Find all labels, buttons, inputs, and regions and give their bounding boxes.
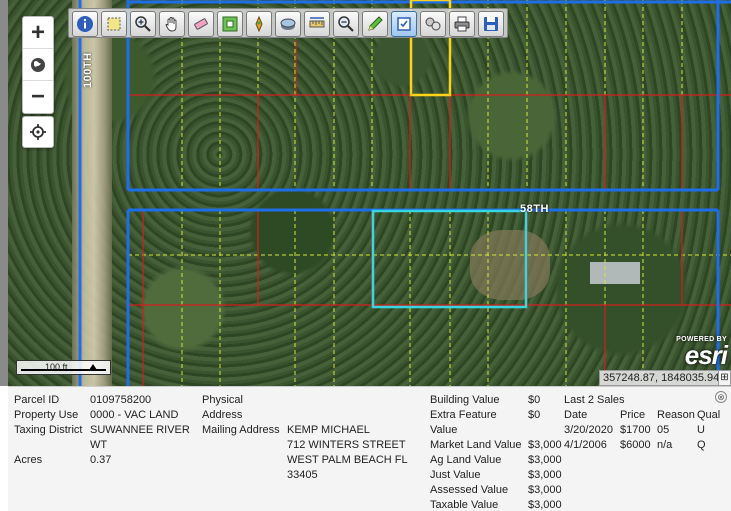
print-icon: [454, 16, 470, 32]
taxable-value-label: Taxable Value: [430, 499, 499, 511]
taxable-value: $3,000: [528, 499, 562, 511]
mailing-address-line-2: 712 WINTERS STREET: [287, 439, 406, 451]
assessed-value-label: Assessed Value: [430, 484, 509, 496]
just-value: $3,000: [528, 469, 562, 481]
map-view[interactable]: 100TH 58TH + − 100 ft POWERED BY esri 35…: [0, 0, 731, 386]
coordinate-toggle-button[interactable]: ⊞: [718, 371, 730, 385]
assessed-value: $3,000: [528, 484, 562, 496]
extra-feature-label: Extra Feature: [430, 409, 497, 421]
extra-feature-label-cont: Value: [430, 424, 458, 436]
parcel-info-panel: ⊗ Parcel ID Property Use Taxing District…: [8, 386, 731, 511]
sale-2-date: 4/1/2006: [564, 439, 607, 451]
just-value-label: Just Value: [430, 469, 481, 481]
taxing-district-value: SUWANNEE RIVER: [90, 424, 190, 436]
physical-address-label-1: Physical: [202, 394, 243, 406]
street-label-58th: 58TH: [520, 203, 549, 215]
save-icon: [484, 17, 498, 31]
parcel-id-value: 0109758200: [90, 394, 152, 406]
acres-value: 0.37: [90, 454, 112, 466]
taxing-district-label: Taxing District: [14, 424, 83, 436]
sales-qual-header: Qual: [697, 409, 721, 421]
parcel-id-label: Parcel ID: [14, 394, 60, 406]
select-area-icon: [107, 17, 121, 31]
eraser-icon: [194, 18, 208, 30]
lot-lines: [128, 0, 731, 386]
pan-tool[interactable]: [159, 11, 185, 37]
close-panel-button[interactable]: ⊗: [715, 391, 727, 403]
sale-2-qual: Q: [697, 439, 706, 451]
mailing-address-line-4: 33405: [287, 469, 318, 481]
sale-1-price: $1700: [620, 424, 651, 436]
sale-2-reason: n/a: [657, 439, 673, 451]
sales-reason-header: Reason: [657, 409, 695, 421]
zoom-out-button[interactable]: −: [23, 81, 53, 113]
building-value: $0: [528, 394, 541, 406]
coordinate-value: 357248.87, 1848035.94: [603, 372, 720, 384]
print-tool[interactable]: [449, 11, 475, 37]
save-tool[interactable]: [478, 11, 504, 37]
acres-label: Acres: [14, 454, 43, 466]
sale-1-reason: 05: [657, 424, 670, 436]
physical-address-label-2: Address: [202, 409, 243, 421]
zoom-in-tool[interactable]: [130, 11, 156, 37]
measure-tool[interactable]: [304, 11, 330, 37]
property-use-value: 0000 - VAC LAND: [90, 409, 179, 421]
sales-date-header: Date: [564, 409, 588, 421]
buffer-tool[interactable]: [420, 11, 446, 37]
map-toolbar: [68, 8, 508, 38]
select-area-tool[interactable]: [101, 11, 127, 37]
globe-icon: [31, 57, 45, 72]
sales-price-header: Price: [620, 409, 646, 421]
building-value-label: Building Value: [430, 394, 500, 406]
mailing-address-line-3: WEST PALM BEACH FL: [287, 454, 408, 466]
pin-tool[interactable]: [246, 11, 272, 37]
info-icon: [77, 16, 93, 32]
pin-icon: [255, 15, 263, 33]
sale-1-qual: U: [697, 424, 705, 436]
eraser-tool[interactable]: [188, 11, 214, 37]
scale-bar: 100 ft: [16, 360, 111, 375]
zoom-controls: + −: [22, 16, 54, 114]
property-use-label: Property Use: [14, 409, 79, 421]
market-land-value: $3,000: [528, 439, 562, 451]
ag-land-value: $3,000: [528, 454, 562, 466]
extra-feature-value: $0: [528, 409, 541, 421]
parcel-overlay: [78, 0, 731, 386]
identify-tool[interactable]: [391, 11, 417, 37]
info-tool[interactable]: [72, 11, 98, 37]
parcel-lines: [128, 40, 731, 386]
mailing-address-line-1: KEMP MICHAEL: [287, 424, 370, 436]
layers-tool[interactable]: [275, 11, 301, 37]
coordinate-readout: 357248.87, 1848035.94 ⊞: [599, 370, 731, 386]
measure-icon: [309, 17, 325, 28]
zoom-out-tool[interactable]: [333, 11, 359, 37]
ag-land-value-label: Ag Land Value: [430, 454, 502, 466]
road-lines: [78, 0, 731, 386]
sale-1-date: 3/20/2020: [564, 424, 613, 436]
locate-button[interactable]: [22, 116, 54, 148]
sale-2-price: $6000: [620, 439, 651, 451]
last-sales-title: Last 2 Sales: [564, 394, 625, 406]
zoom-in-button[interactable]: +: [23, 17, 53, 49]
street-label-100th: 100TH: [82, 52, 94, 88]
esri-attribution[interactable]: POWERED BY esri: [676, 336, 728, 370]
identify-icon: [397, 17, 411, 31]
draw-tool[interactable]: [362, 11, 388, 37]
taxing-district-value-cont: WT: [90, 439, 108, 451]
zoom-out-magnifier-icon: [338, 16, 354, 32]
pan-hand-icon: [165, 17, 177, 32]
buffer-icon: [425, 17, 441, 31]
zoom-in-magnifier-icon: [135, 16, 151, 32]
draw-pencil-icon: [368, 16, 383, 31]
home-extent-button[interactable]: [23, 49, 53, 81]
zoom-extent-tool[interactable]: [217, 11, 243, 37]
esri-logo: esri: [684, 340, 728, 370]
market-land-value-label: Market Land Value: [430, 439, 522, 451]
layers-icon: [280, 18, 296, 30]
crosshair-icon: [30, 124, 46, 140]
mailing-address-label: Mailing Address: [202, 424, 280, 436]
zoom-extent-icon: [222, 16, 238, 32]
